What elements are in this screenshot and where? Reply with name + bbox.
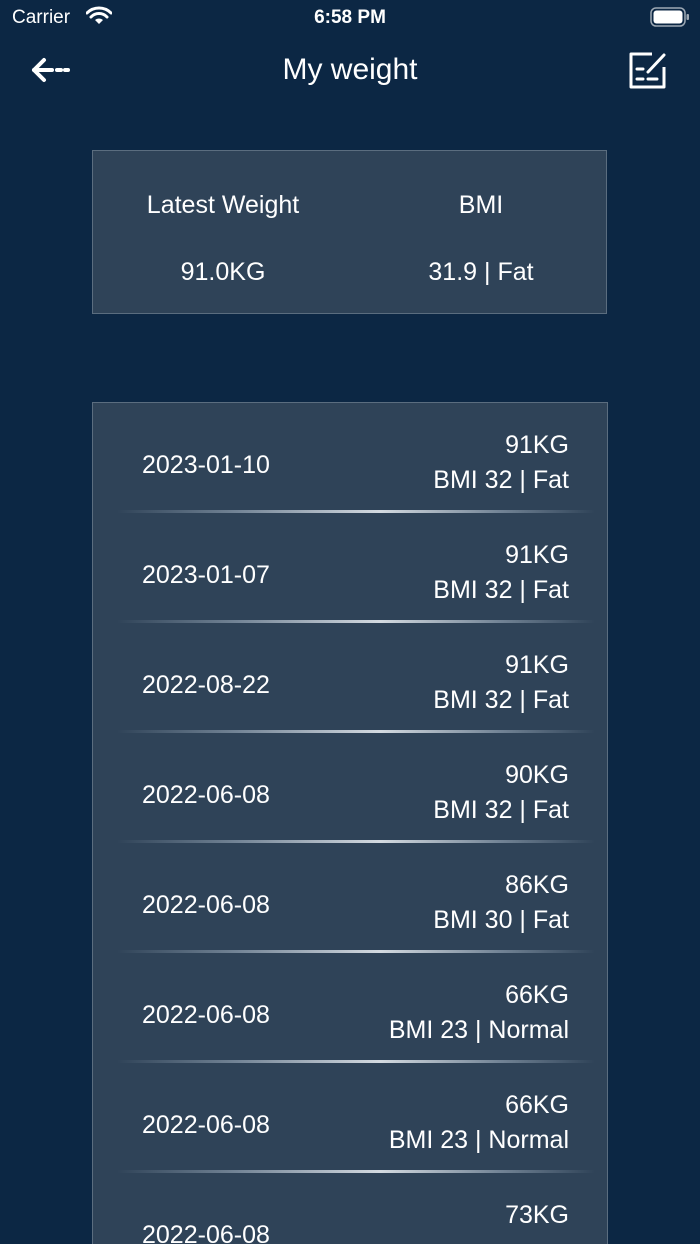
- list-item[interactable]: 2022-06-08 66KG BMI 23 | Normal: [93, 1063, 607, 1173]
- latest-weight-label: Latest Weight: [146, 191, 300, 219]
- page-title: My weight: [282, 53, 418, 86]
- record-bmi: BMI 32 | Fat: [433, 686, 569, 714]
- list-item[interactable]: 2023-01-10 91KG BMI 32 | Fat: [93, 403, 607, 513]
- record-bmi: BMI 30 | Fat: [433, 906, 569, 934]
- record-weight: 91KG: [505, 541, 569, 569]
- record-date: 2022-06-08: [142, 1111, 270, 1139]
- list-item[interactable]: 2022-06-08 73KG: [93, 1173, 607, 1244]
- bmi-label: BMI: [458, 191, 504, 219]
- record-bmi: BMI 23 | Normal: [388, 1126, 569, 1154]
- edit-note-icon: [626, 52, 670, 94]
- list-item[interactable]: 2022-06-08 90KG BMI 32 | Fat: [93, 733, 607, 843]
- record-weight: 66KG: [505, 1091, 569, 1119]
- battery-icon: [650, 7, 690, 27]
- record-weight: 66KG: [505, 981, 569, 1009]
- summary-card: Latest Weight BMI 91.0KG 31.9 | Fat: [92, 150, 607, 314]
- list-item[interactable]: 2022-08-22 91KG BMI 32 | Fat: [93, 623, 607, 733]
- status-bar: Carrier 6:58 PM: [0, 0, 700, 36]
- record-date: 2022-06-08: [142, 891, 270, 919]
- weight-history-list[interactable]: 2023-01-10 91KG BMI 32 | Fat 2023-01-07 …: [92, 402, 608, 1244]
- record-date: 2022-06-08: [142, 1001, 270, 1029]
- record-date: 2023-01-10: [142, 451, 270, 479]
- record-bmi: BMI 32 | Fat: [433, 466, 569, 494]
- latest-weight-value: 91.0KG: [180, 258, 266, 286]
- record-weight: 73KG: [505, 1201, 569, 1229]
- bmi-value: 31.9 | Fat: [428, 258, 534, 286]
- record-weight: 90KG: [505, 761, 569, 789]
- record-date: 2022-06-08: [142, 1221, 270, 1244]
- record-weight: 91KG: [505, 431, 569, 459]
- status-time: 6:58 PM: [314, 7, 386, 28]
- record-bmi: BMI 32 | Fat: [433, 796, 569, 824]
- record-date: 2022-08-22: [142, 671, 270, 699]
- record-bmi: BMI 23 | Normal: [388, 1016, 569, 1044]
- edit-button[interactable]: [626, 50, 670, 90]
- record-weight: 86KG: [505, 871, 569, 899]
- record-date: 2023-01-07: [142, 561, 270, 589]
- nav-bar: My weight: [0, 40, 700, 100]
- record-weight: 91KG: [505, 651, 569, 679]
- list-item[interactable]: 2022-06-08 86KG BMI 30 | Fat: [93, 843, 607, 953]
- record-date: 2022-06-08: [142, 781, 270, 809]
- record-bmi: BMI 32 | Fat: [433, 576, 569, 604]
- list-item[interactable]: 2022-06-08 66KG BMI 23 | Normal: [93, 953, 607, 1063]
- list-item[interactable]: 2023-01-07 91KG BMI 32 | Fat: [93, 513, 607, 623]
